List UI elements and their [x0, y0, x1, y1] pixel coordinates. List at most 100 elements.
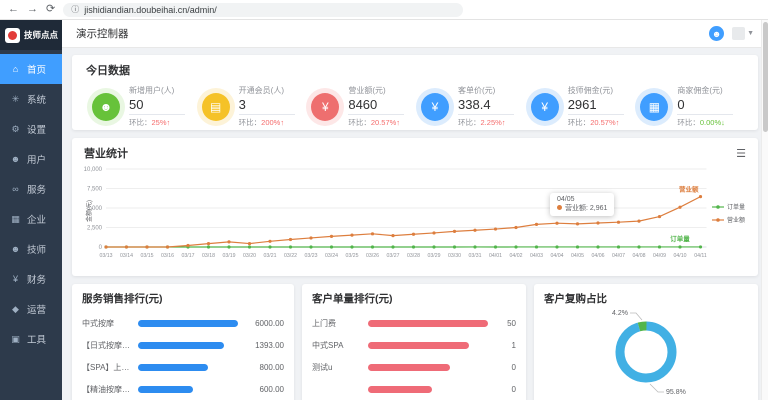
finance-icon: ¥ — [10, 274, 21, 284]
member-icon: ▤ — [202, 93, 230, 121]
stat-item: ☻新增用户(人)50环比：25%↑ — [86, 85, 196, 128]
bar-value: 800.00 — [244, 363, 284, 372]
revenue-line-label: 营业额 — [679, 185, 699, 194]
sidebar-item-label: 财务 — [27, 272, 46, 286]
sidebar-item-operations[interactable]: ◆运营 — [0, 294, 62, 324]
home-icon: ⌂ — [10, 64, 21, 74]
sidebar-item-label: 设置 — [27, 122, 46, 136]
bar-category: 中式按摩 — [82, 318, 132, 329]
customer-order-ranking-card: 客户单量排行(元) 上门费50中式SPA1测试u00 — [302, 284, 526, 400]
bar-value: 1 — [494, 341, 516, 350]
x-tick-label: 04/05 — [571, 253, 584, 259]
sidebar-item-service[interactable]: ∞服务 — [0, 174, 62, 204]
bar-fill — [368, 320, 488, 327]
sidebar-item-finance[interactable]: ¥ 财务 — [0, 264, 62, 294]
service-sales-ranking-title: 服务销售排行(元) — [82, 291, 284, 306]
line-chart-svg: 02,5005,0007,50010,000金额(元)03/1303/1403/… — [84, 163, 748, 269]
y-axis-name: 金额(元) — [85, 200, 93, 222]
ratio-value: 20.57%↑ — [590, 118, 619, 127]
stats-row: ☻新增用户(人)50环比：25%↑▤开通会员(人)3环比：200%↑¥营业额(元… — [86, 85, 744, 128]
sidebar-item-tools[interactable]: ▣ 工具 — [0, 324, 62, 354]
customer-repurchase-card: 客户复购占比 4.2%95.8% 新客户老客户 — [534, 284, 758, 400]
x-tick-label: 03/31 — [469, 253, 482, 259]
sidebar-item-home[interactable]: ⌂首页 — [0, 54, 62, 84]
chart-menu-icon[interactable]: ☰ — [736, 147, 746, 160]
sidebar-item-user[interactable]: ☻用户 — [0, 144, 62, 174]
ratio-value: 2.25%↑ — [481, 118, 506, 127]
x-tick-label: 04/04 — [551, 253, 564, 259]
x-tick-label: 04/07 — [612, 253, 625, 259]
main-content: 今日数据 ☻新增用户(人)50环比：25%↑▤开通会员(人)3环比：200%↑¥… — [62, 48, 768, 400]
customer-repurchase-title: 客户复购占比 — [544, 291, 748, 306]
x-tick-label: 03/20 — [243, 253, 256, 259]
customer-order-bars: 上门费50 中式SPA 1 测试u0 0 — [312, 312, 516, 400]
bar-row: 测试u0 — [312, 356, 516, 378]
sidebar-item-technician[interactable]: ☻技师 — [0, 234, 62, 264]
x-tick-label: 03/13 — [100, 253, 113, 259]
bar-category: 上门费 — [312, 318, 362, 329]
browser-back-icon[interactable]: ← — [8, 4, 19, 15]
sidebar-item-label: 工具 — [27, 332, 46, 346]
sidebar-nav: ⌂首页 ✳ 系统 ⚙设置☻用户∞服务▦企业☻技师 ¥ 财务 ◆运营 ▣ 工具 — [0, 50, 62, 354]
url-text: jishidiandian.doubeihai.cn/admin/ — [84, 5, 217, 15]
bar-row: 中式SPA 1 — [312, 334, 516, 356]
sidebar-item-label: 技师 — [27, 242, 46, 256]
user-menu[interactable]: ▼ — [732, 27, 754, 40]
stat-ratio: 环比：20.57%↑ — [568, 117, 624, 128]
stat-ratio: 环比：25%↑ — [129, 117, 185, 128]
system-icon: ✳ — [10, 94, 21, 105]
stat-label: 技师佣金(元) — [568, 85, 624, 96]
revenue-icon: ¥ — [311, 93, 339, 121]
stat-item: ▤开通会员(人)3环比：200%↑ — [196, 85, 306, 128]
bar-category: 测试u — [312, 362, 362, 373]
sidebar-item-enterprise[interactable]: ▦企业 — [0, 204, 62, 234]
x-tick-label: 03/25 — [346, 253, 359, 259]
browser-refresh-icon[interactable]: ⟳ — [46, 4, 55, 15]
ratio-caption: 环比： — [239, 118, 262, 127]
legend-item-label[interactable]: 营业额 — [727, 216, 745, 224]
bar-category: 【日式按摩】.. — [82, 340, 132, 351]
bar-fill — [138, 320, 238, 327]
bar-fill — [368, 364, 450, 371]
x-tick-label: 04/11 — [694, 253, 707, 259]
service-sales-bars: 中式按摩6000.00【日式按摩】..1393.00【SPA】上门..800.0… — [82, 312, 284, 400]
donut-label-old: 4.2% — [612, 310, 628, 317]
app-name: 技师点点 — [24, 29, 58, 41]
x-tick-label: 03/26 — [366, 253, 379, 259]
bar-row: 上门费50 — [312, 312, 516, 334]
logo-icon — [5, 28, 20, 43]
address-bar[interactable]: ⓘ jishidiandian.doubeihai.cn/admin/ — [63, 3, 463, 17]
site-info-icon[interactable]: ⓘ — [71, 4, 79, 15]
today-data-title: 今日数据 — [86, 62, 744, 78]
top-header: 演示控制器 ☻ ▼ — [62, 20, 768, 48]
sidebar-item-label: 系统 — [27, 92, 46, 106]
stat-label: 客单价(元) — [458, 85, 514, 96]
x-tick-label: 03/28 — [407, 253, 420, 259]
stat-label: 新增用户(人) — [129, 85, 185, 96]
x-tick-label: 03/17 — [182, 253, 195, 259]
bar-fill — [368, 386, 432, 393]
sidebar-item-system[interactable]: ✳ 系统 — [0, 84, 62, 114]
scrollbar-thumb[interactable] — [763, 22, 768, 132]
user-avatar[interactable]: ☻ — [709, 26, 724, 41]
stat-item: ¥技师佣金(元)2961环比：20.57%↑ — [525, 85, 635, 128]
scrollbar[interactable] — [761, 20, 768, 400]
tools-icon: ▣ — [10, 334, 21, 345]
stat-label: 开通会员(人) — [239, 85, 295, 96]
business-stats-title: 营业统计 — [84, 145, 128, 161]
bar-row: 0 — [312, 378, 516, 400]
stat-value: 338.4 — [458, 96, 514, 115]
operations-icon: ◆ — [10, 304, 21, 315]
bar-category: 中式SPA — [312, 340, 362, 351]
bar-value: 0 — [494, 385, 516, 394]
ratio-value: 0.00%↓ — [700, 118, 725, 127]
browser-forward-icon[interactable]: → — [27, 4, 38, 15]
app-logo[interactable]: 技师点点 — [0, 20, 62, 50]
stat-label: 商家佣金(元) — [677, 85, 733, 96]
user-icon: ☻ — [92, 93, 120, 121]
sidebar-item-settings[interactable]: ⚙设置 — [0, 114, 62, 144]
x-tick-label: 04/01 — [489, 253, 502, 259]
legend-item-label[interactable]: 订单量 — [727, 203, 745, 211]
bar-fill — [368, 342, 469, 349]
x-tick-label: 04/06 — [592, 253, 605, 259]
